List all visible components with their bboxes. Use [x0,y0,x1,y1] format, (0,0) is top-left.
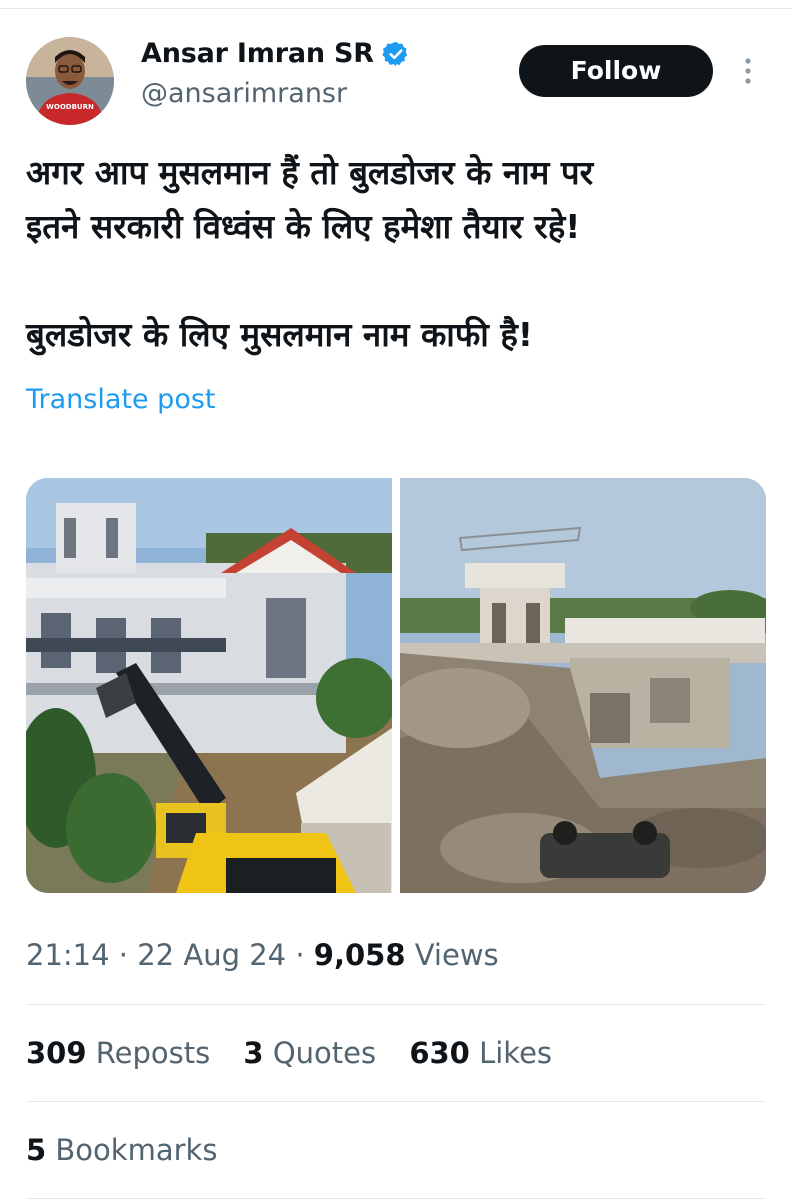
follow-button[interactable]: Follow [519,45,713,97]
post-date[interactable]: 22 Aug 24 [137,938,286,972]
likes-label: Likes [479,1036,553,1070]
bookmarks-stat[interactable]: 5 Bookmarks [26,1133,217,1167]
divider [26,1198,766,1199]
views-label: Views [414,938,499,972]
quotes-count: 3 [243,1036,264,1070]
demolished-building-photo [400,478,766,893]
quotes-label: Quotes [272,1036,377,1070]
post-text-line-1: अगर आप मुसलमान हैं तो बुलडोजर के नाम पर [26,153,594,192]
post-text-line-2: इतने सरकारी विध्वंस के लिए हमेशा तैयार र… [26,207,581,246]
media-image-left[interactable] [26,478,392,893]
verified-badge-icon [382,41,408,66]
meta-separator: · [109,938,138,972]
bookmarks-count: 5 [26,1133,47,1167]
reposts-label: Reposts [95,1036,211,1070]
views-count: 9,058 [313,938,406,972]
bulldozer-building-photo [26,478,392,893]
post-text: अगर आप मुसलमान हैं तो बुलडोजर के नाम पर … [26,146,766,362]
reposts-count: 309 [26,1036,87,1070]
engagement-stats-row: 309 Reposts 3 Quotes 630 Likes [26,1036,576,1070]
likes-stat[interactable]: 630 Likes [409,1036,552,1070]
post-timestamp-row: 21:14 · 22 Aug 24 · 9,058 Views [26,938,499,972]
post-time[interactable]: 21:14 [26,938,110,972]
meta-separator: · [286,938,314,972]
avatar-shirt-text: WOODBURN [46,103,94,111]
avatar[interactable]: WOODBURN [26,37,114,125]
author-display-name[interactable]: Ansar Imran SR [141,38,374,69]
likes-count: 630 [409,1036,470,1070]
author-name-row[interactable]: Ansar Imran SR [141,38,410,69]
author-handle[interactable]: @ansarimransr [141,78,347,109]
post-text-line-3: बुलडोजर के लिए मुसलमान नाम काफी है! [26,315,533,354]
bookmarks-label: Bookmarks [55,1133,218,1167]
divider [26,1101,766,1102]
top-divider [0,8,792,9]
avatar-image: WOODBURN [26,37,114,125]
translate-post-link[interactable]: Translate post [26,384,216,415]
more-options-icon[interactable] [738,56,758,86]
reposts-stat[interactable]: 309 Reposts [26,1036,210,1070]
divider [26,1004,766,1005]
quotes-stat[interactable]: 3 Quotes [243,1036,376,1070]
media-image-right[interactable] [400,478,766,893]
